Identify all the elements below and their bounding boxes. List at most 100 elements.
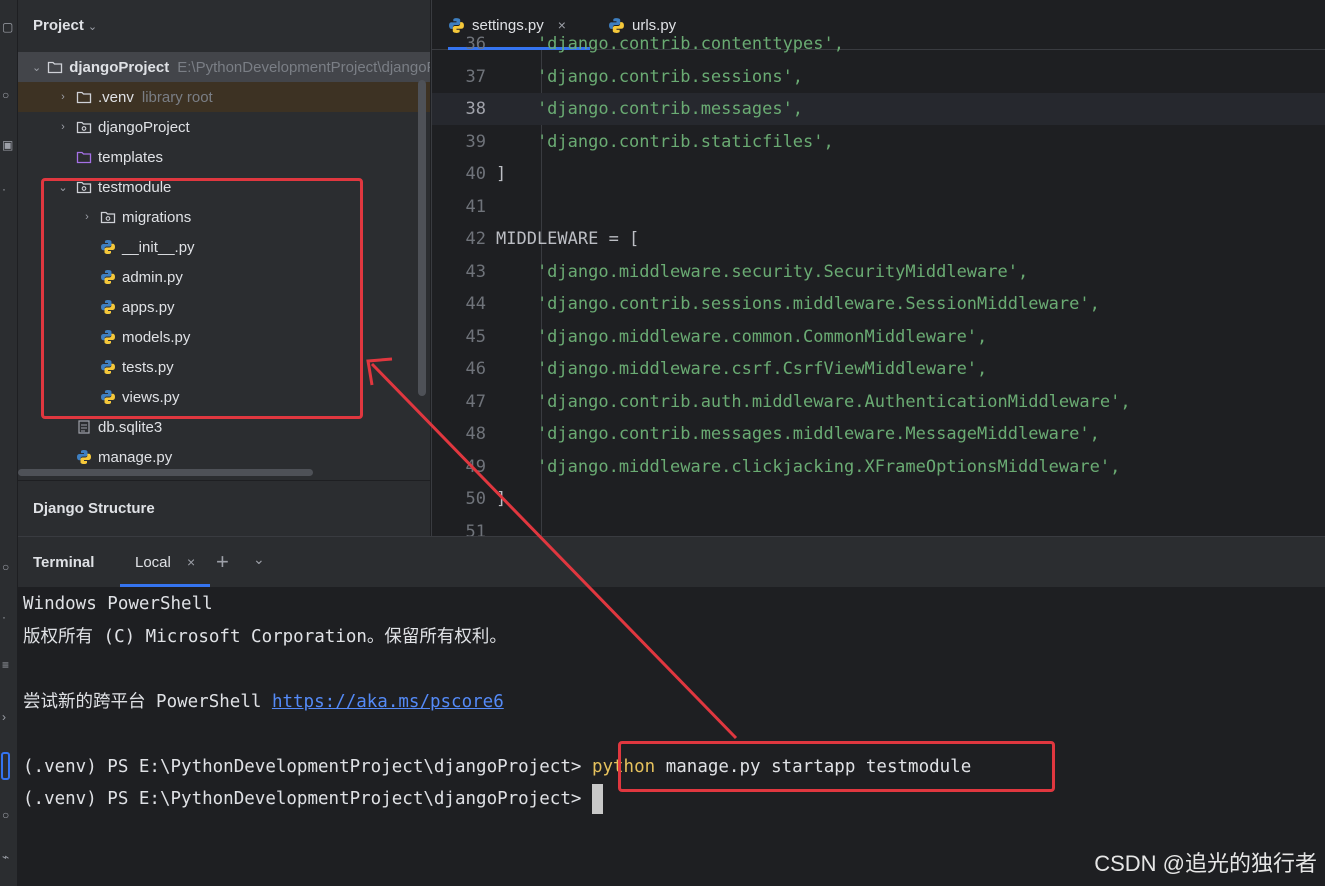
structure-tool-icon[interactable]: ▣ <box>2 138 14 152</box>
code-text: 'django.contrib.sessions', <box>496 66 804 87</box>
code-line[interactable]: 48 'django.contrib.messages.middleware.M… <box>432 418 1325 450</box>
tree-item[interactable]: admin.py <box>18 262 430 292</box>
terminal-tool-icon[interactable] <box>1 752 10 780</box>
python-file-icon <box>76 449 92 465</box>
django-structure-panel[interactable]: Django Structure <box>18 480 430 536</box>
code-line[interactable]: 44 'django.contrib.sessions.middleware.S… <box>432 288 1325 320</box>
chevron-down-icon: ⌄ <box>87 21 98 33</box>
line-number: 44 <box>465 294 486 314</box>
tree-item[interactable]: views.py <box>18 382 430 412</box>
code-editor[interactable]: settings.py × urls.py 36 'django.contrib… <box>431 0 1325 536</box>
line-number: 50 <box>465 489 486 509</box>
line-number: 49 <box>465 456 486 477</box>
line-number: 38 <box>465 99 486 119</box>
tree-item-hint: library root <box>141 88 213 106</box>
tree-item-label: migrations <box>122 208 192 226</box>
tree-item[interactable]: apps.py <box>18 292 430 322</box>
terminal-link[interactable]: https://aka.ms/pscore6 <box>272 692 504 712</box>
project-panel-title[interactable]: Project ⌄ <box>33 17 97 34</box>
horizontal-scrollbar[interactable] <box>18 469 313 476</box>
vertical-scrollbar[interactable] <box>418 80 426 396</box>
terminal-line: 版权所有 (C) Microsoft Corporation。保留所有权利。 <box>23 622 507 652</box>
templates-folder-icon <box>76 149 92 165</box>
tree-item[interactable]: templates <box>18 142 430 172</box>
close-icon[interactable]: × <box>187 554 195 570</box>
tree-item-label: djangoProject <box>98 118 190 136</box>
code-line[interactable]: 46 'django.middleware.csrf.CsrfViewMiddl… <box>432 353 1325 385</box>
tree-item-label: djangoProject <box>69 58 170 76</box>
tree-item[interactable]: ⌄ testmodule <box>18 172 430 202</box>
line-number: 46 <box>465 359 486 379</box>
code-line[interactable]: 45 'django.middleware.common.CommonMiddl… <box>432 321 1325 353</box>
code-text: ] <box>496 164 507 184</box>
package-folder-icon <box>76 119 92 135</box>
packages-tool-icon[interactable]: · <box>2 610 14 624</box>
more-tools-icon[interactable]: · <box>2 182 14 196</box>
terminal-text: 版权所有 (C) Microsoft Corporation。保留所有权利。 <box>23 626 507 647</box>
database-file-icon <box>76 419 92 435</box>
python-file-icon <box>100 269 116 285</box>
code-line[interactable]: 38 'django.contrib.messages', <box>432 93 1325 125</box>
code-text: 'django.middleware.csrf.CsrfViewMiddlewa… <box>496 359 988 379</box>
line-number: 51 <box>465 521 486 537</box>
command-args: manage.py startapp testmodule <box>655 756 972 777</box>
tree-item-label: views.py <box>122 388 180 406</box>
python-console-icon[interactable]: › <box>2 710 14 724</box>
tree-item[interactable]: › .venv library root <box>18 82 430 112</box>
code-line[interactable]: 49 'django.middleware.clickjacking.XFram… <box>432 451 1325 483</box>
code-line[interactable]: 39 'django.contrib.staticfiles', <box>432 126 1325 158</box>
code-line[interactable]: 41 <box>432 191 1325 223</box>
command-keyword: python <box>591 756 656 777</box>
code-line[interactable]: 40] <box>432 158 1325 190</box>
line-number: 36 <box>465 34 486 54</box>
line-number: 39 <box>465 131 486 152</box>
terminal-header: Terminal Local × + ⌄ <box>18 537 1325 587</box>
terminal-tab-label: Local <box>135 554 171 571</box>
commit-tool-icon[interactable]: ○ <box>2 88 14 102</box>
tree-item-label: apps.py <box>122 298 175 316</box>
chevron-down-icon[interactable]: ⌄ <box>32 61 41 74</box>
git-tool-icon[interactable]: ⌁ <box>2 850 14 864</box>
code-line[interactable]: 43 'django.middleware.security.SecurityM… <box>432 256 1325 288</box>
tree-item[interactable]: › djangoProject <box>18 112 430 142</box>
tree-item[interactable]: ⌄ djangoProject E:\PythonDevelopmentProjec… <box>18 52 430 82</box>
terminal-tab-local[interactable]: Local × <box>120 537 210 587</box>
chevron-down-icon[interactable]: ⌄ <box>253 551 265 568</box>
layers-tool-icon[interactable]: ≡ <box>2 658 14 672</box>
line-number: 45 <box>465 326 486 347</box>
code-text: 'django.contrib.auth.middleware.Authenti… <box>496 391 1131 412</box>
python-file-icon <box>100 299 116 315</box>
chevron-down-icon[interactable]: ⌄ <box>56 181 70 194</box>
terminal-text: Windows PowerShell <box>23 594 213 614</box>
project-tool-icon[interactable]: ▢ <box>2 20 14 34</box>
tool-window-strip: ▢ ○ ▣ · ○ · ≡ › ○ ⌁ <box>0 0 18 886</box>
tree-item[interactable]: › migrations <box>18 202 430 232</box>
line-number: 48 <box>465 424 486 444</box>
chevron-right-icon[interactable]: › <box>56 121 70 133</box>
tree-item[interactable]: db.sqlite3 <box>18 412 430 442</box>
line-number: 41 <box>465 196 486 217</box>
tree-item[interactable]: tests.py <box>18 352 430 382</box>
add-terminal-icon[interactable]: + <box>216 549 229 575</box>
terminal-panel[interactable]: Terminal Local × + ⌄ Windows PowerShell 版… <box>18 536 1325 886</box>
terminal-title: Terminal <box>33 554 95 571</box>
chevron-right-icon[interactable]: › <box>56 91 70 103</box>
problems-tool-icon[interactable]: ○ <box>2 808 14 822</box>
code-text: MIDDLEWARE = [ <box>496 229 640 249</box>
tree-item[interactable]: manage.py <box>18 442 430 472</box>
code-line[interactable]: 42 MIDDLEWARE = [ <box>432 223 1325 255</box>
code-text: 'django.middleware.common.CommonMiddlewa… <box>496 326 988 347</box>
watermark: CSDN @追光的独行者 <box>1094 851 1317 876</box>
package-folder-icon <box>100 209 116 225</box>
code-line[interactable]: 37 'django.contrib.sessions', <box>432 61 1325 93</box>
tree-item[interactable]: models.py <box>18 322 430 352</box>
terminal-line: (.venv) PS E:\PythonDevelopmentProject\d… <box>23 784 603 814</box>
code-line[interactable]: 50] <box>432 483 1325 515</box>
code-line[interactable]: 51 <box>432 516 1325 537</box>
tree-item[interactable]: __init__.py <box>18 232 430 262</box>
tree-item-label: models.py <box>122 328 191 346</box>
chevron-right-icon[interactable]: › <box>80 211 94 223</box>
services-tool-icon[interactable]: ○ <box>2 560 14 574</box>
code-line[interactable]: 36 'django.contrib.contenttypes', <box>432 28 1325 60</box>
code-line[interactable]: 47 'django.contrib.auth.middleware.Authe… <box>432 386 1325 418</box>
